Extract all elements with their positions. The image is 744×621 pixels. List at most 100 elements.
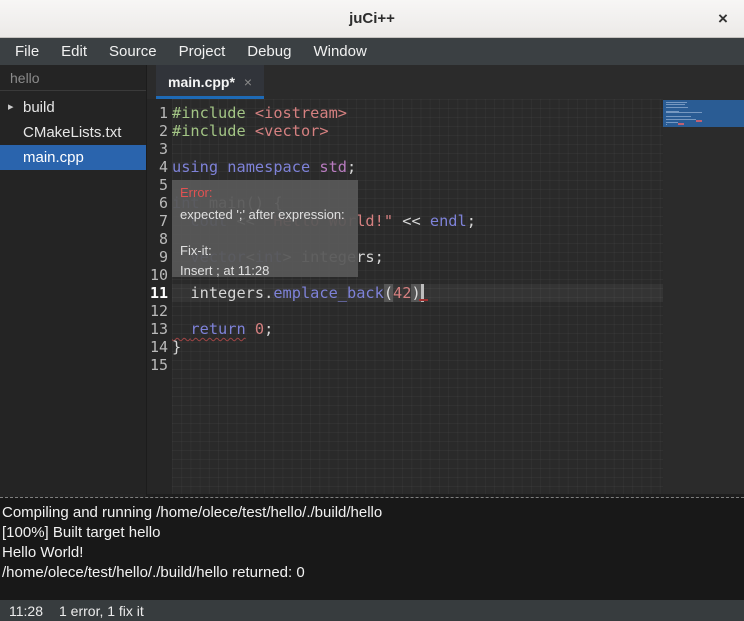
code-line-15	[172, 356, 663, 374]
minimap-line	[666, 104, 685, 105]
window-title: juCi++	[349, 10, 395, 27]
tab-close-icon[interactable]: ×	[244, 74, 252, 90]
minimap-error-mark	[678, 123, 684, 125]
code-token: <vector>	[255, 122, 329, 140]
minimap-line	[666, 122, 678, 123]
tab-label: main.cpp*	[168, 74, 235, 90]
diagnostic-tooltip: Error: expected ';' after expression: Fi…	[172, 180, 358, 277]
code-token: <iostream>	[255, 104, 347, 122]
line-number-gutter: 123456789101112131415	[147, 99, 172, 494]
code-token: }	[172, 338, 181, 356]
titlebar: juCi++ ×	[0, 0, 744, 38]
code-token: std	[319, 158, 347, 176]
terminal-line: Hello World!	[2, 543, 744, 563]
menu-project[interactable]: Project	[168, 38, 237, 65]
project-sidebar: hello ▸ build CMakeLists.txt main.cpp	[0, 65, 147, 497]
code-token: return	[190, 320, 245, 338]
diagnostics-summary[interactable]: 1 error, 1 fix it	[59, 603, 144, 619]
code-line-2: #include <vector>	[172, 122, 663, 140]
minimap-line	[666, 116, 691, 117]
tab-main-cpp[interactable]: main.cpp* ×	[156, 65, 264, 99]
code-line-3	[172, 140, 663, 158]
line-number: 8	[147, 230, 168, 248]
line-number: 6	[147, 194, 168, 212]
code-token: ;	[264, 320, 273, 338]
menu-file[interactable]: File	[4, 38, 50, 65]
minimap-line	[666, 119, 696, 120]
code-token: <<	[393, 212, 430, 230]
line-number: 9	[147, 248, 168, 266]
code-token: ;	[347, 158, 356, 176]
code-token: 0	[255, 320, 264, 338]
code-token: 42	[393, 284, 411, 302]
menu-window[interactable]: Window	[302, 38, 377, 65]
code-token: endl	[430, 212, 467, 230]
code-token: #include	[172, 104, 246, 122]
code-token	[218, 158, 227, 176]
minimap-viewport[interactable]	[663, 100, 744, 127]
tree-item-label: main.cpp	[23, 149, 84, 166]
code-line-11: integers.emplace_back(42)	[172, 284, 663, 302]
code-token: emplace_back	[273, 284, 384, 302]
terminal-output[interactable]: Compiling and running /home/olece/test/h…	[0, 498, 744, 600]
code-token	[246, 122, 255, 140]
tree-item-label: build	[23, 99, 55, 116]
tree-item-cmakelists-txt[interactable]: CMakeLists.txt	[0, 120, 146, 145]
code-line-13: return 0;	[172, 320, 663, 338]
error-underline-mark	[419, 299, 428, 301]
line-number: 1	[147, 104, 168, 122]
line-number: 11	[147, 284, 168, 302]
expander-icon[interactable]: ▸	[8, 95, 14, 120]
code-token: using	[172, 158, 218, 176]
code-area[interactable]: #include <iostream>#include <vector>usin…	[172, 99, 663, 494]
minimap-line	[666, 112, 702, 113]
code-token: integers.	[172, 284, 273, 302]
line-number: 14	[147, 338, 168, 356]
code-line-12	[172, 302, 663, 320]
line-number: 12	[147, 302, 168, 320]
tree-item-build[interactable]: ▸ build	[0, 95, 146, 120]
line-number: 15	[147, 356, 168, 374]
line-number: 10	[147, 266, 168, 284]
code-token	[246, 104, 255, 122]
menu-debug[interactable]: Debug	[236, 38, 302, 65]
line-number: 2	[147, 122, 168, 140]
code-token: (	[384, 284, 393, 302]
line-number: 4	[147, 158, 168, 176]
line-number: 7	[147, 212, 168, 230]
code-token	[172, 320, 190, 338]
tooltip-error-label: Error:	[180, 185, 350, 200]
cursor-position: 11:28	[9, 603, 43, 619]
line-number: 13	[147, 320, 168, 338]
minimap-error-mark	[696, 120, 702, 122]
code-line-1: #include <iostream>	[172, 104, 663, 122]
minimap-line	[666, 124, 667, 125]
menubar: FileEditSourceProjectDebugWindow	[0, 38, 744, 65]
terminal-line: Compiling and running /home/olece/test/h…	[2, 503, 744, 523]
juci-window: juCi++ × FileEditSourceProjectDebugWindo…	[0, 0, 744, 621]
menu-edit[interactable]: Edit	[50, 38, 98, 65]
terminal-line: /home/olece/test/hello/./build/hello ret…	[2, 563, 744, 583]
code-token: ;	[467, 212, 476, 230]
code-editor[interactable]: 123456789101112131415 #include <iostream…	[147, 99, 744, 494]
close-window-icon[interactable]: ×	[713, 9, 733, 29]
line-number: 3	[147, 140, 168, 158]
minimap[interactable]	[663, 99, 744, 494]
code-line-14: }	[172, 338, 663, 356]
menu-source[interactable]: Source	[98, 38, 168, 65]
tooltip-fixit-label: Fix-it:	[180, 243, 350, 258]
tree-item-main-cpp[interactable]: main.cpp	[0, 145, 146, 170]
minimap-line	[666, 107, 688, 108]
code-token: namespace	[227, 158, 310, 176]
line-number: 5	[147, 176, 168, 194]
statusbar: 11:28 1 error, 1 fix it	[0, 600, 744, 621]
terminal-line: [100%] Built target hello	[2, 523, 744, 543]
project-name[interactable]: hello	[0, 65, 146, 91]
tooltip-error-text: expected ';' after expression:	[180, 207, 350, 222]
tooltip-fixit-text: Insert ; at 11:28	[180, 263, 350, 278]
code-token	[246, 320, 255, 338]
code-token: #include	[172, 122, 246, 140]
file-tree: ▸ build CMakeLists.txt main.cpp	[0, 91, 146, 170]
tabbar: main.cpp* ×	[147, 65, 744, 99]
code-token	[310, 158, 319, 176]
